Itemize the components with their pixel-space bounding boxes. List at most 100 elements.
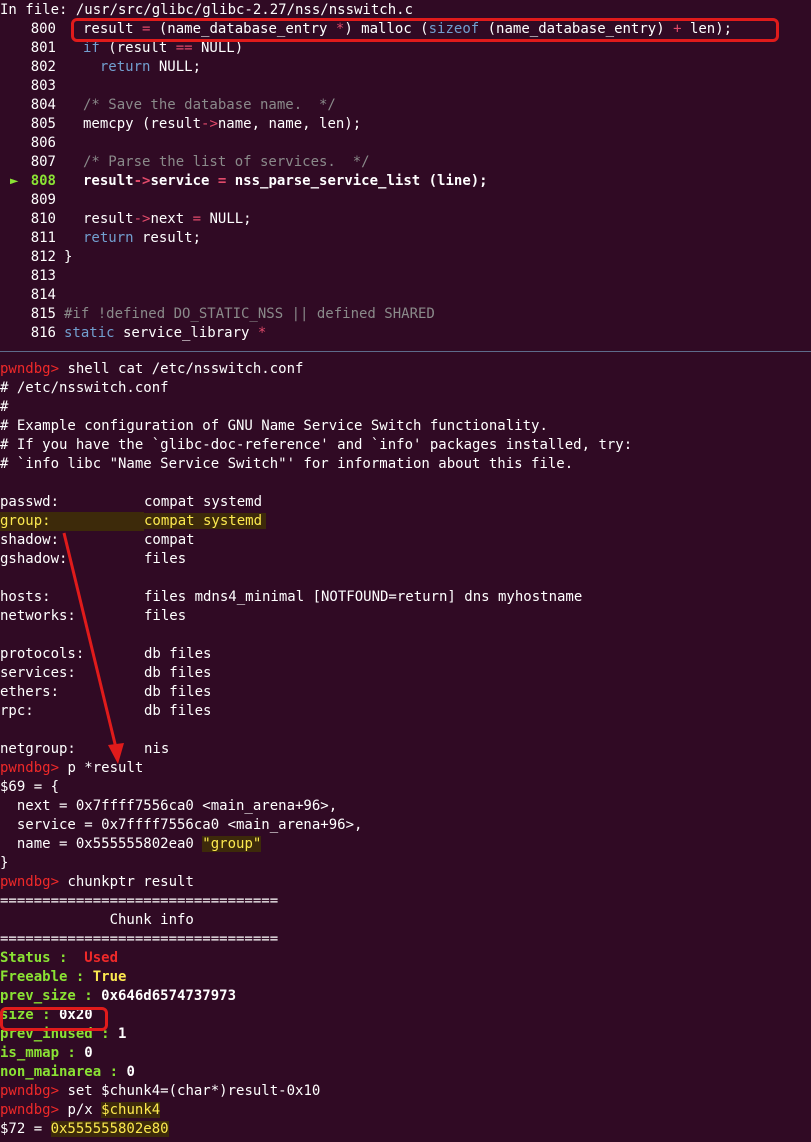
code-token: =: [192, 211, 202, 227]
conf-value: compat systemd: [144, 513, 267, 529]
chunk-field: is_mmap : 0: [0, 1044, 93, 1063]
command-print-chunk4: pwndbg> p/x $chunk4: [0, 1101, 161, 1120]
separator-bottom: =================================: [0, 930, 278, 949]
line-number: 812: [30, 249, 56, 265]
field-value: 0: [118, 1064, 135, 1080]
comment-text: #: [0, 399, 9, 415]
source-line-806: 806: [0, 134, 83, 153]
command-shell-cat: pwndbg> shell cat /etc/nsswitch.conf: [0, 360, 303, 379]
source-line-809: 809: [0, 191, 83, 210]
code-token: ->: [201, 116, 218, 132]
source-line-812: 812}: [0, 248, 73, 267]
conf-comment: # /etc/nsswitch.conf: [0, 379, 169, 398]
conf-comment: # `info libc "Name Service Switch"' for …: [0, 455, 573, 474]
conf-value: db files: [144, 665, 212, 681]
code-token: result;: [133, 230, 202, 246]
status-value: Used: [67, 950, 119, 966]
code-token: name, name, len);: [217, 116, 362, 132]
conf-key: ethers:: [0, 684, 60, 700]
field-key: is_mmap :: [0, 1045, 76, 1061]
annotation-box-size: [0, 1007, 108, 1031]
conf-row: shadow: compat: [0, 531, 195, 550]
code-token: NULL;: [150, 59, 202, 75]
conf-value: db files: [144, 684, 212, 700]
chunk-field: non_mainarea : 0: [0, 1063, 135, 1082]
result-prefix: $72 =: [0, 1121, 51, 1137]
line-number: 803: [30, 78, 56, 94]
source-line-808: ► 808 result->service = nss_parse_service_…: [0, 172, 488, 191]
command-chunkptr: pwndbg> chunkptr result: [0, 873, 194, 892]
line-number: 809: [30, 192, 56, 208]
conf-value: db files: [144, 703, 212, 719]
conf-value: db files: [144, 646, 212, 662]
conf-comment: #: [0, 398, 8, 417]
freeable-value: True: [84, 969, 127, 985]
code-token: service: [150, 173, 218, 189]
source-code: static service_library *: [64, 325, 266, 341]
result-line: $72 = 0x555555802e80: [0, 1120, 169, 1139]
field-text: }: [0, 855, 9, 871]
source-code: result->next = NULL;: [83, 211, 252, 227]
command-text: p *result: [59, 760, 144, 776]
code-token: result: [83, 211, 134, 227]
line-number: 813: [30, 268, 56, 284]
line-number: 814: [30, 287, 56, 303]
prompt: pwndbg>: [0, 1083, 60, 1099]
conf-key: networks:: [0, 608, 76, 624]
source-line-814: 814: [0, 286, 64, 305]
field-key: non_mainarea :: [0, 1064, 119, 1080]
chunk-field: prev_size : 0x646d6574737973: [0, 987, 236, 1006]
separator-top: =================================: [0, 892, 278, 911]
source-code: return NULL;: [83, 59, 201, 75]
line-number: 816: [30, 325, 56, 341]
conf-row: gshadow: files: [0, 550, 186, 569]
print-close: }: [0, 854, 8, 873]
source-line-815: 815 #if !defined DO_STATIC_NSS || defined…: [0, 305, 435, 324]
code-token: static: [64, 325, 115, 341]
field-key: prev_size :: [0, 988, 93, 1004]
code-token: return: [83, 230, 134, 246]
code-token: NULL): [192, 40, 244, 56]
source-code: memcpy (result->name, name, len);: [83, 116, 361, 132]
code-token: ->: [133, 211, 151, 227]
source-line-810: 810 result->next = NULL;: [0, 210, 252, 229]
conf-key: hosts:: [0, 589, 51, 605]
code-token: (result: [99, 40, 176, 56]
code-token: memcpy (result: [83, 116, 202, 132]
field-value: 0: [75, 1045, 93, 1061]
conf-key: shadow:: [0, 532, 60, 548]
source-line-807: 807 /* Parse the list of services. */: [0, 153, 370, 172]
command-text: chunkptr result: [59, 874, 194, 890]
conf-row: rpc: db files: [0, 702, 211, 721]
comment-text: # /etc/nsswitch.conf: [0, 380, 169, 396]
source-code: /* Save the database name. */: [83, 97, 336, 113]
equals-rule: =================================: [0, 931, 279, 947]
code-token: nss_parse_service_list (line);: [226, 173, 488, 189]
source-code: }: [64, 249, 72, 265]
print-open: $69 = {: [0, 779, 60, 795]
source-line-813: 813: [0, 267, 64, 286]
conf-value: compat: [144, 532, 195, 548]
conf-row: netgroup: nis: [0, 740, 169, 759]
source-code: if (result == NULL): [83, 40, 243, 56]
comment-text: # If you have the `glibc-doc-reference' …: [0, 437, 633, 453]
field-text: name = 0x555555802ea0: [0, 836, 203, 852]
line-number: 810: [30, 211, 56, 227]
code-token: service_library: [114, 325, 258, 341]
file-path: In file: /usr/src/glibc/glibc-2.27/nss/n…: [0, 2, 414, 18]
code-token: next: [150, 211, 193, 227]
field-value: 1: [109, 1026, 127, 1042]
command-set-chunk4: pwndbg> set $chunk4=(char*)result-0x10: [0, 1082, 320, 1101]
conf-value: compat systemd: [144, 494, 263, 510]
conf-row: ethers: db files: [0, 683, 211, 702]
conf-key: passwd:: [0, 494, 60, 510]
code-token: if: [83, 40, 100, 56]
source-line-804: 804 /* Save the database name. */: [0, 96, 336, 115]
line-number: 808: [30, 173, 56, 189]
line-number: 804: [30, 97, 56, 113]
conf-row: group: compat systemd: [0, 512, 267, 531]
equals-rule: =================================: [0, 893, 279, 909]
line-number: 807: [30, 154, 56, 170]
result-value: 0x555555802e80: [50, 1121, 169, 1137]
